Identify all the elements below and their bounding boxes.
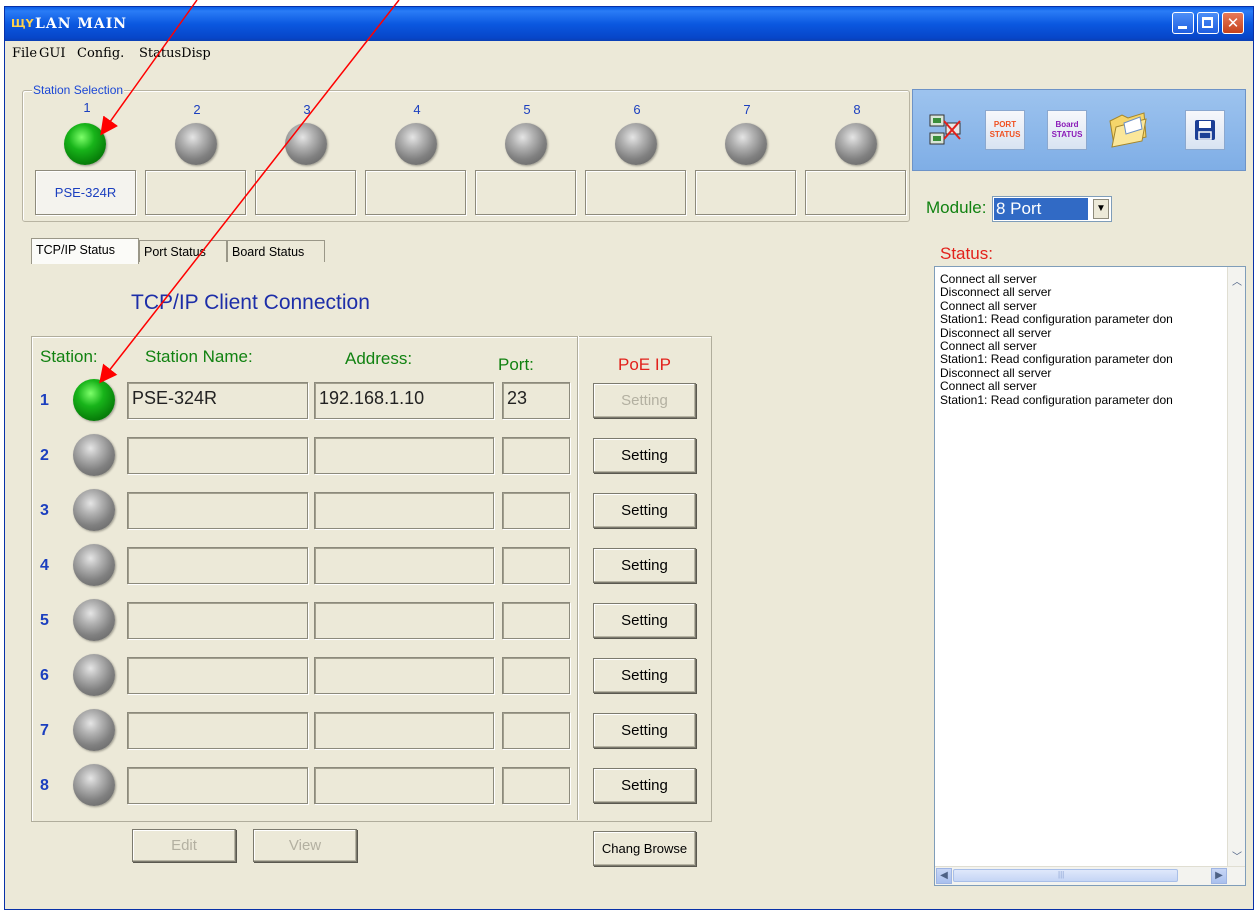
annotation-arrow-station-led [100, 0, 198, 136]
annotation-arrow-row-led [99, 0, 400, 384]
annotation-arrows [99, 0, 400, 384]
